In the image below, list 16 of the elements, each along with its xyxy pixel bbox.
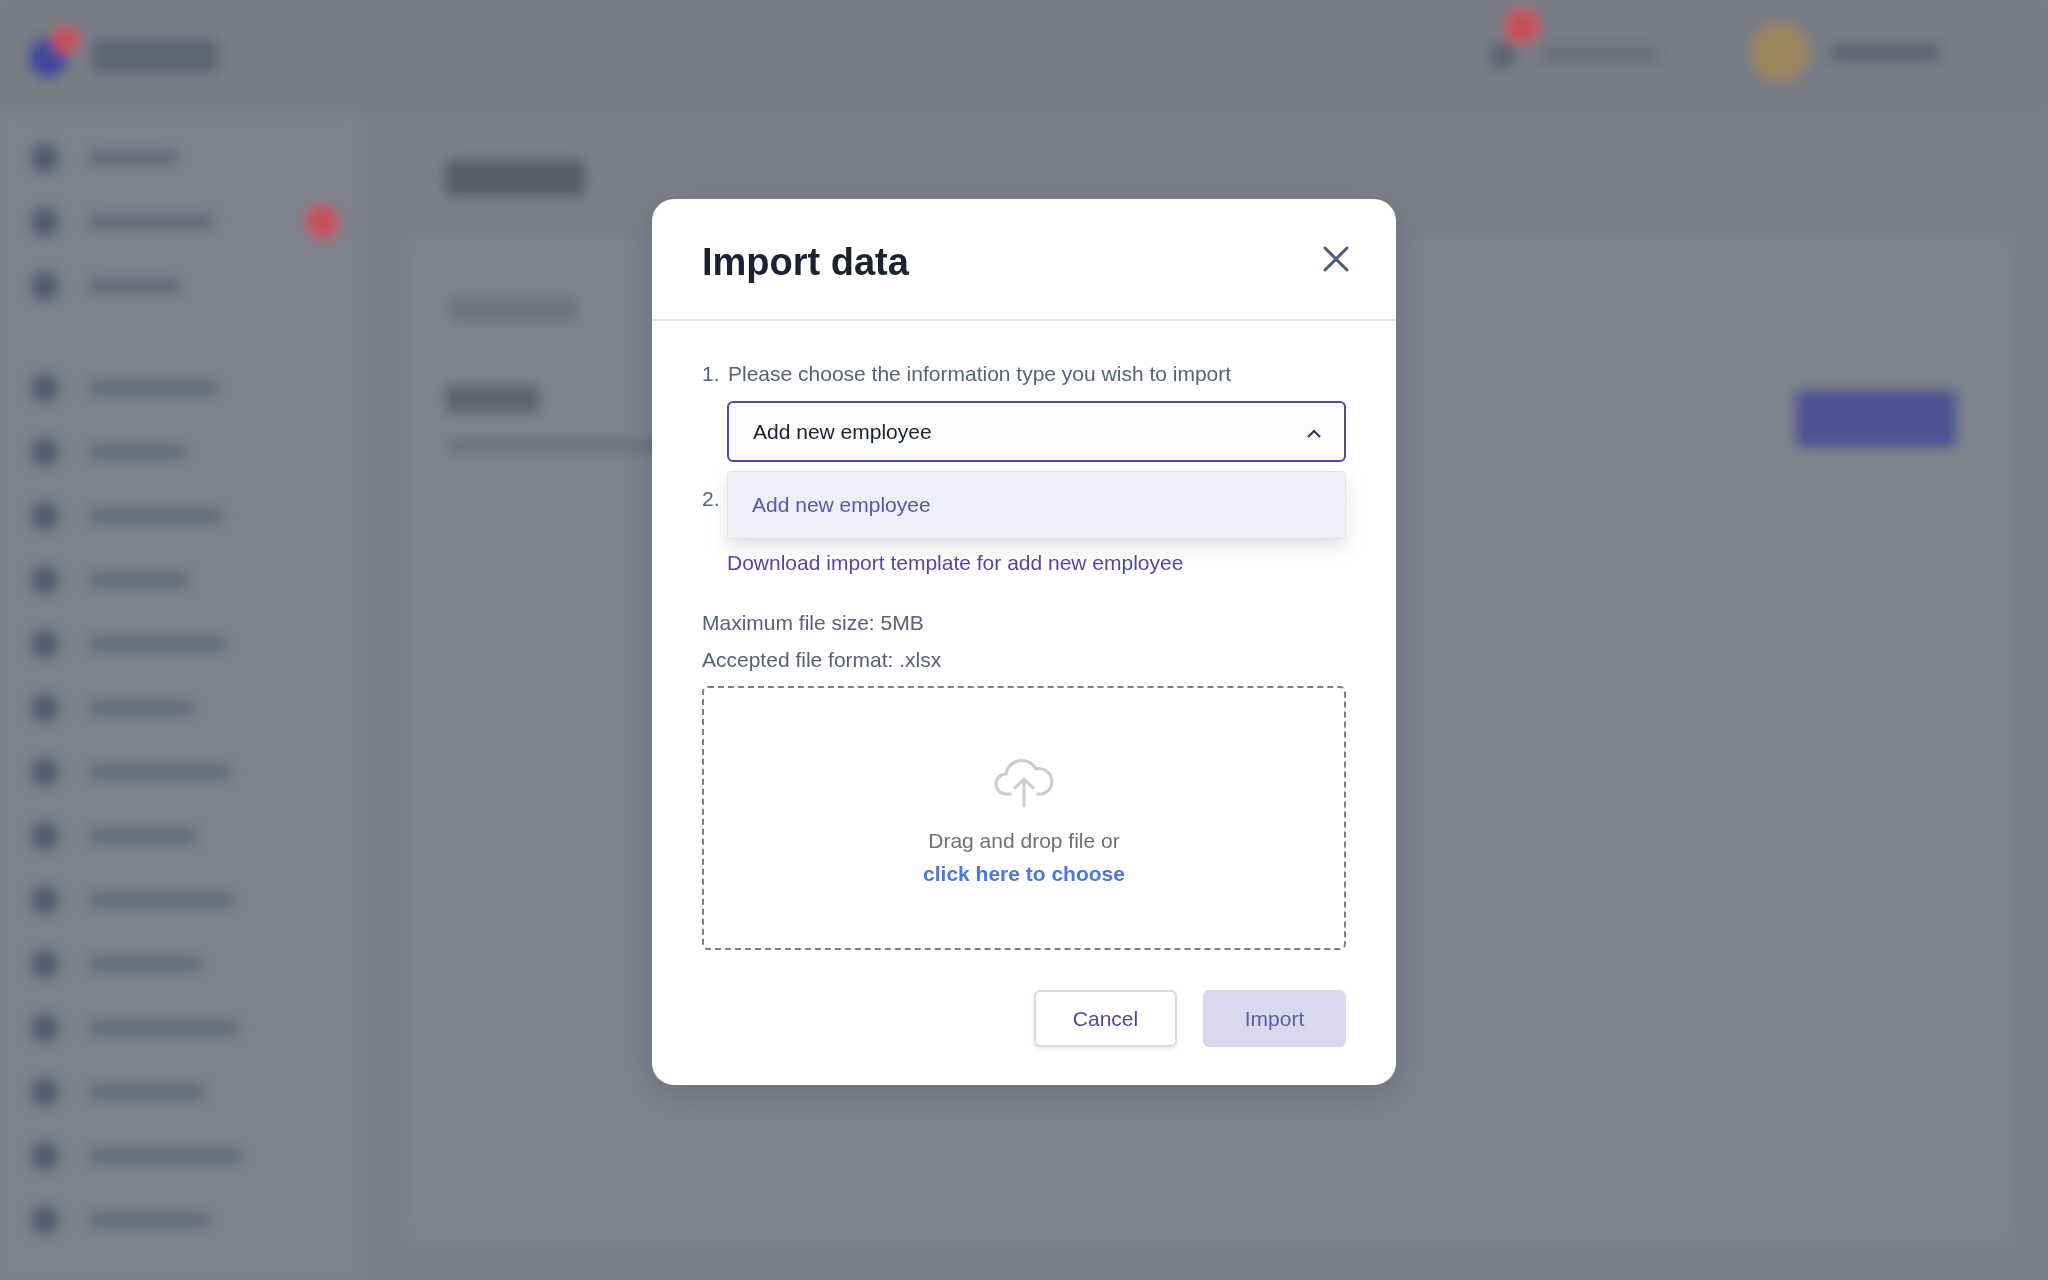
file-drop-zone[interactable]: Drag and drop file or click here to choose <box>702 686 1346 950</box>
cloud-upload-icon <box>994 756 1054 808</box>
step-number: 2. <box>702 486 720 512</box>
dialog-title: Import data <box>702 239 909 284</box>
drop-instruction: Drag and drop file or <box>928 828 1120 854</box>
file-requirement-text: Maximum file size: 5MB <box>702 610 924 636</box>
cancel-button[interactable]: Cancel <box>1034 990 1177 1047</box>
step-number: 1. <box>702 361 720 387</box>
step-instruction: Please choose the information type you wish to import <box>728 361 1232 387</box>
dropdown-option[interactable]: Add new employee <box>728 472 1345 538</box>
caret-icon <box>1306 428 1322 439</box>
type-select[interactable]: Add new employee <box>727 401 1346 462</box>
close-icon <box>1322 245 1350 273</box>
file-requirement-text: Accepted file format: .xlsx <box>702 647 942 673</box>
choose-file-link[interactable]: click here to choose <box>923 858 1125 890</box>
download-template-link[interactable]: Download import template for add new employee <box>727 548 1346 578</box>
